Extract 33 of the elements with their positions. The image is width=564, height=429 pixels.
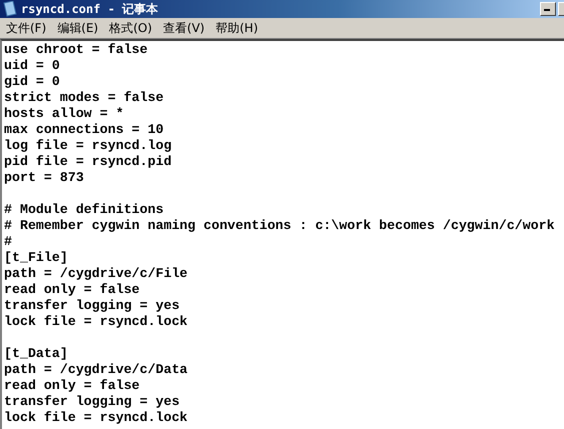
text-line: [t_File] xyxy=(4,250,69,266)
maximize-button[interactable] xyxy=(558,2,564,16)
text-line: log file = rsyncd.log xyxy=(4,138,173,154)
text-line: read only = false xyxy=(4,378,141,394)
text-editor[interactable] xyxy=(0,39,564,429)
text-line: hosts allow = * xyxy=(4,106,125,122)
text-line: [t_Data] xyxy=(4,346,69,362)
menu-item[interactable]: 文件(F) xyxy=(2,20,54,36)
menu-item[interactable]: 查看(V) xyxy=(159,20,212,36)
text-line: transfer logging = yes xyxy=(4,298,181,314)
text-line: path = /cygdrive/c/Data xyxy=(4,362,189,378)
menu-item[interactable]: 编辑(E) xyxy=(53,20,106,36)
text-line: # Remember cygwin naming conventions : c:\work becomes /cygwin/c/work xyxy=(4,218,556,234)
text-line: transfer logging = yes xyxy=(4,394,181,410)
text-line: max connections = 10 xyxy=(4,122,165,138)
text-line: # xyxy=(4,234,13,250)
text-line: use chroot = false xyxy=(4,42,149,58)
text-line: gid = 0 xyxy=(4,74,61,90)
text-line: uid = 0 xyxy=(4,58,61,74)
text-line: port = 873 xyxy=(4,170,85,186)
window-title: rsyncd.conf - 记事本 xyxy=(21,0,160,18)
text-line: # Module definitions xyxy=(4,202,165,218)
text-line: pid file = rsyncd.pid xyxy=(4,154,173,170)
text-line: lock file = rsyncd.lock xyxy=(4,410,189,426)
minimize-icon xyxy=(544,9,552,12)
menu-item[interactable]: 帮助(H) xyxy=(212,20,265,36)
notepad-icon xyxy=(3,1,17,17)
minimize-button[interactable] xyxy=(540,2,556,16)
menu-item[interactable]: 格式(O) xyxy=(105,20,160,36)
text-line: path = /cygdrive/c/File xyxy=(4,266,189,282)
text-line: lock file = rsyncd.lock xyxy=(4,314,189,330)
text-line: strict modes = false xyxy=(4,90,165,106)
text-line: read only = false xyxy=(4,282,141,298)
